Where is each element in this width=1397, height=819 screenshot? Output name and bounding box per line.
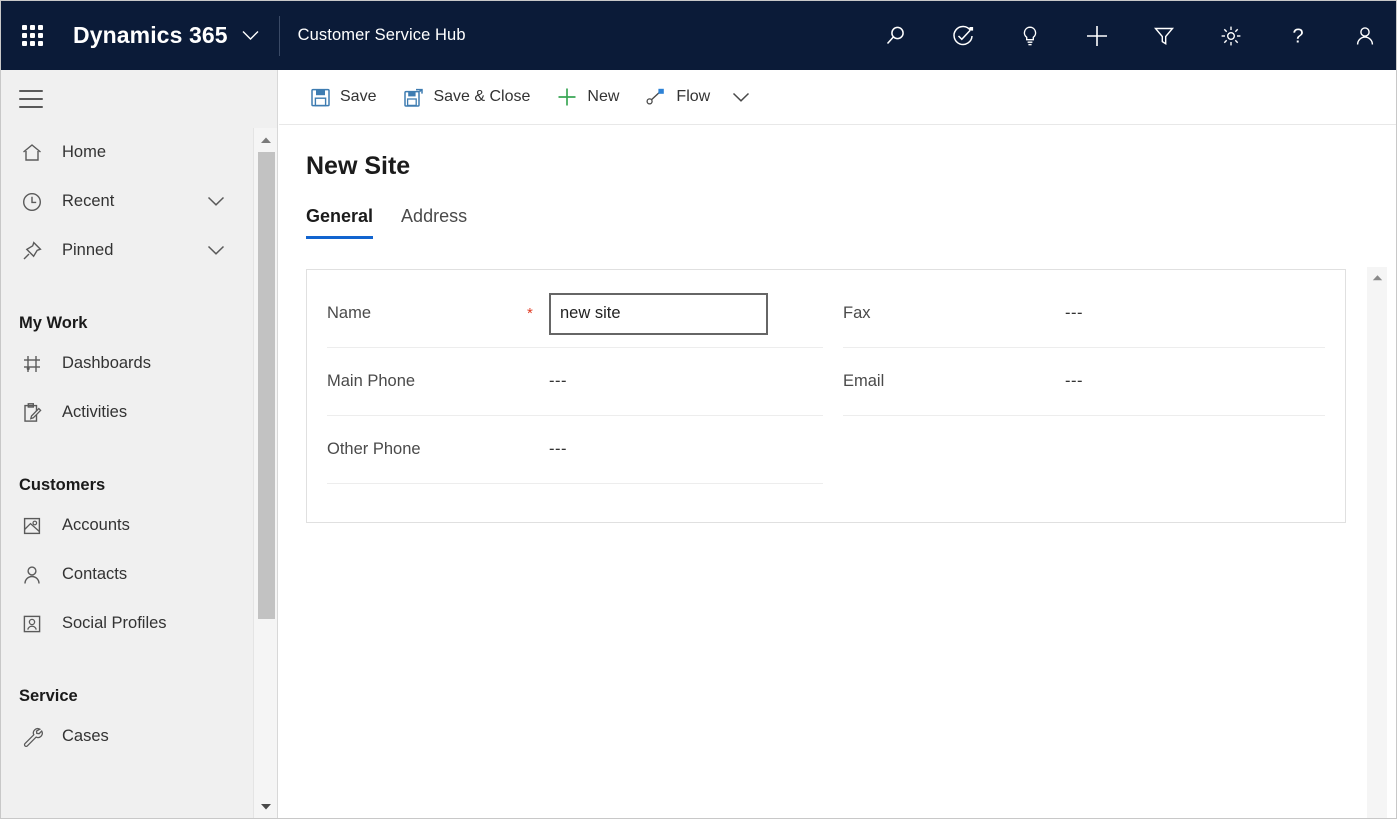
- form-scrollbar[interactable]: [1367, 267, 1387, 819]
- sidebar-nav-list: Home Recent: [1, 128, 253, 819]
- field-placeholder-empty: [843, 416, 1325, 484]
- search-icon[interactable]: [862, 1, 929, 70]
- filter-icon[interactable]: [1130, 1, 1197, 70]
- field-name: Name *: [327, 280, 823, 348]
- tab-address[interactable]: Address: [401, 206, 467, 239]
- flow-label: Flow: [676, 88, 710, 106]
- name-input[interactable]: [549, 293, 768, 335]
- sidebar-item-home[interactable]: Home: [1, 128, 253, 177]
- form-tab-list: General Address: [306, 206, 495, 239]
- form-content-area: New Site General Address Name * Main Pho…: [279, 125, 1397, 819]
- flow-button[interactable]: Flow: [632, 77, 723, 117]
- save-and-close-button[interactable]: Save & Close: [389, 77, 543, 117]
- required-marker: *: [527, 306, 549, 321]
- scrollbar-thumb[interactable]: [258, 152, 275, 619]
- sidebar-group-service: Service: [1, 668, 253, 706]
- pin-icon: [19, 238, 45, 264]
- command-bar: Save Save & Close New: [279, 70, 1397, 125]
- chevron-down-icon[interactable]: [207, 242, 225, 260]
- dashboard-icon: [19, 351, 45, 377]
- sidebar-group-customers: Customers: [1, 457, 253, 495]
- save-button[interactable]: Save: [296, 77, 389, 117]
- chevron-down-icon[interactable]: [241, 26, 261, 46]
- new-label: New: [587, 88, 619, 106]
- scroll-up-arrow-icon[interactable]: [254, 131, 278, 149]
- app-launcher-icon[interactable]: [19, 23, 45, 49]
- sidebar-item-label: Recent: [62, 192, 114, 211]
- sidebar-item-activities[interactable]: Activities: [1, 388, 253, 437]
- sidebar-item-label: Social Profiles: [62, 614, 167, 633]
- sidebar-item-label: Activities: [62, 403, 127, 422]
- chevron-down-icon[interactable]: [207, 193, 225, 211]
- sidebar-item-label: Home: [62, 143, 106, 162]
- field-label-main-phone: Main Phone: [327, 372, 527, 391]
- user-profile-icon[interactable]: [1331, 1, 1397, 70]
- sidebar-item-label: Accounts: [62, 516, 130, 535]
- field-label-fax: Fax: [843, 304, 1043, 323]
- form-column-right: Fax --- Email ---: [826, 270, 1345, 522]
- app-title[interactable]: Customer Service Hub: [298, 26, 466, 45]
- flow-icon: [645, 86, 667, 108]
- field-label-name: Name: [327, 304, 527, 323]
- sidebar-item-label: Dashboards: [62, 354, 151, 373]
- page-title: New Site: [306, 152, 410, 181]
- other-phone-value[interactable]: ---: [549, 440, 823, 459]
- top-navigation-bar: Dynamics 365 Customer Service Hub: [1, 1, 1397, 70]
- activities-icon: [19, 400, 45, 426]
- form-column-left: Name * Main Phone --- Other Phone ---: [307, 270, 826, 522]
- save-and-close-label: Save & Close: [433, 88, 530, 106]
- sidebar-item-label: Contacts: [62, 565, 127, 584]
- brand-title[interactable]: Dynamics 365: [73, 22, 228, 49]
- assistant-icon[interactable]: [929, 1, 996, 70]
- field-email: Email ---: [843, 348, 1325, 416]
- field-fax: Fax ---: [843, 280, 1325, 348]
- case-icon: [19, 724, 45, 750]
- svg-text:?: ?: [1292, 25, 1303, 47]
- overflow-chevron-down-icon[interactable]: [723, 77, 759, 117]
- fax-value[interactable]: ---: [1065, 304, 1325, 323]
- new-button[interactable]: New: [543, 77, 632, 117]
- save-icon: [309, 86, 331, 108]
- accounts-icon: [19, 513, 45, 539]
- plus-icon: [556, 86, 578, 108]
- save-and-close-icon: [402, 86, 424, 108]
- sidebar-item-accounts[interactable]: Accounts: [1, 501, 253, 550]
- sidebar-item-dashboards[interactable]: Dashboards: [1, 339, 253, 388]
- sidebar-item-contacts[interactable]: Contacts: [1, 550, 253, 599]
- field-label-email: Email: [843, 372, 1043, 391]
- left-sidebar: Home Recent: [1, 70, 278, 819]
- home-icon: [19, 140, 45, 166]
- sidebar-item-social-profiles[interactable]: Social Profiles: [1, 599, 253, 648]
- field-main-phone: Main Phone ---: [327, 348, 823, 416]
- sidebar-group-my-work: My Work: [1, 295, 253, 333]
- sidebar-item-recent[interactable]: Recent: [1, 177, 253, 226]
- field-label-other-phone: Other Phone: [327, 440, 527, 459]
- help-icon[interactable]: ?: [1264, 1, 1331, 70]
- topbar-icon-group: ?: [862, 1, 1397, 70]
- sidebar-scrollbar[interactable]: [253, 128, 277, 819]
- topbar-divider: [279, 16, 280, 56]
- settings-icon[interactable]: [1197, 1, 1264, 70]
- contact-icon: [19, 562, 45, 588]
- tab-general[interactable]: General: [306, 206, 373, 239]
- scroll-down-arrow-icon[interactable]: [254, 798, 278, 816]
- quick-create-icon[interactable]: [1063, 1, 1130, 70]
- main-phone-value[interactable]: ---: [549, 372, 823, 391]
- field-other-phone: Other Phone ---: [327, 416, 823, 484]
- site-map-toggle-icon[interactable]: [19, 90, 43, 108]
- email-value[interactable]: ---: [1065, 372, 1325, 391]
- sidebar-item-label: Cases: [62, 727, 109, 746]
- scroll-up-arrow-icon[interactable]: [1367, 269, 1387, 285]
- sidebar-item-label: Pinned: [62, 241, 113, 260]
- clock-icon: [19, 189, 45, 215]
- app-window: Dynamics 365 Customer Service Hub: [0, 0, 1397, 819]
- sidebar-item-pinned[interactable]: Pinned: [1, 226, 253, 275]
- social-profile-icon: [19, 611, 45, 637]
- form-section-card: Name * Main Phone --- Other Phone ---: [306, 269, 1346, 523]
- save-label: Save: [340, 88, 376, 106]
- sidebar-item-cases[interactable]: Cases: [1, 712, 253, 761]
- lightbulb-icon[interactable]: [996, 1, 1063, 70]
